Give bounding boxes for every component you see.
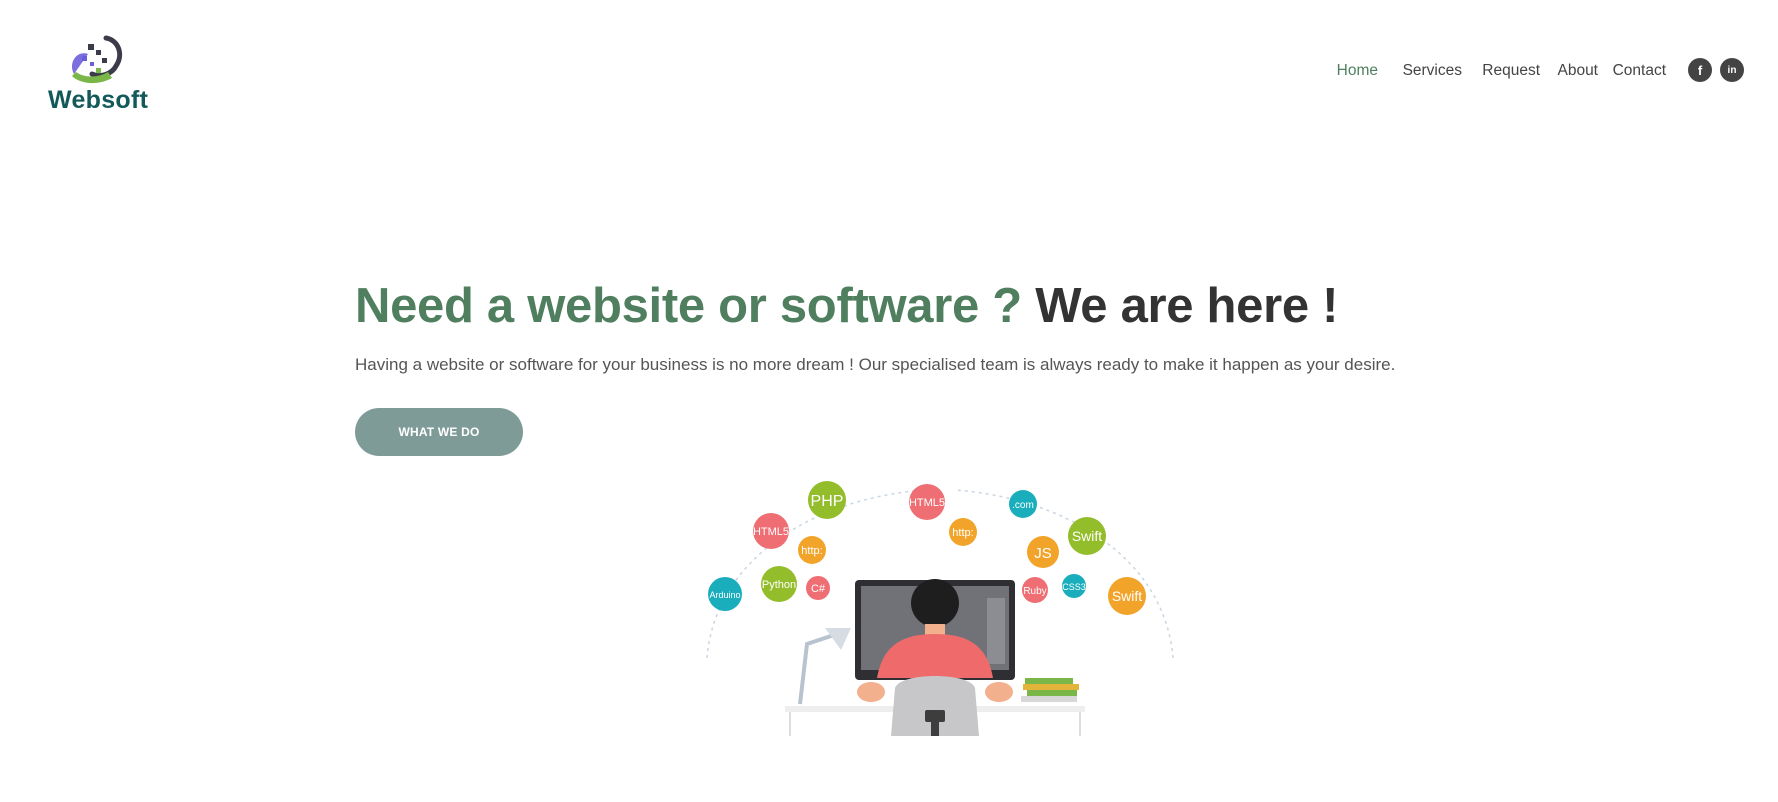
bubble-ruby: Ruby <box>1023 586 1046 597</box>
bubble-css3: CSS3 <box>1062 582 1086 592</box>
headline-answer: We are here ! <box>1035 279 1339 333</box>
nav-services[interactable]: Services <box>1403 62 1462 80</box>
nav-about[interactable]: About <box>1557 62 1598 80</box>
brand-logo[interactable]: Websoft <box>48 34 148 114</box>
bubble-swift-upper: Swift <box>1072 528 1102 544</box>
hero-section: Need a website or software ? We are here… <box>355 275 1455 456</box>
bubble-python: Python <box>762 579 796 591</box>
facebook-icon[interactable]: f <box>1688 58 1712 82</box>
site-header: Websoft Home Services Request About Cont… <box>0 0 1778 140</box>
nav-contact[interactable]: Contact <box>1613 62 1666 80</box>
bubble-html5-left: HTML5 <box>753 526 789 538</box>
developer-illustration: PHP HTML5 HTML5 http: http: .com Swift J… <box>695 478 1185 736</box>
bubble-dotcom: .com <box>1012 500 1034 511</box>
bubble-http-right: http: <box>952 527 973 539</box>
what-we-do-button[interactable]: WHAT WE DO <box>355 408 523 456</box>
bubble-php: PHP <box>811 493 844 510</box>
bubble-http-left: http: <box>801 545 822 557</box>
brand-name: Websoft <box>48 86 149 114</box>
nav-home[interactable]: Home <box>1337 62 1378 80</box>
developer-at-desk-image: PHP HTML5 HTML5 http: http: .com Swift J… <box>706 481 1174 736</box>
hero-headline: Need a website or software ? We are here… <box>355 275 1455 337</box>
bubble-csharp: C# <box>811 583 826 595</box>
logo-cloud-icon <box>71 35 123 84</box>
hero-subtext: Having a website or software for your bu… <box>355 355 1396 374</box>
linkedin-icon[interactable]: in <box>1720 58 1744 82</box>
bubble-html5-center: HTML5 <box>909 497 945 509</box>
nav-request[interactable]: Request <box>1482 62 1540 80</box>
bubble-swift-lower: Swift <box>1112 588 1142 604</box>
headline-question: Need a website or software ? <box>355 279 1022 333</box>
bubble-js: JS <box>1034 545 1052 562</box>
bubble-arduino: Arduino <box>709 590 740 600</box>
